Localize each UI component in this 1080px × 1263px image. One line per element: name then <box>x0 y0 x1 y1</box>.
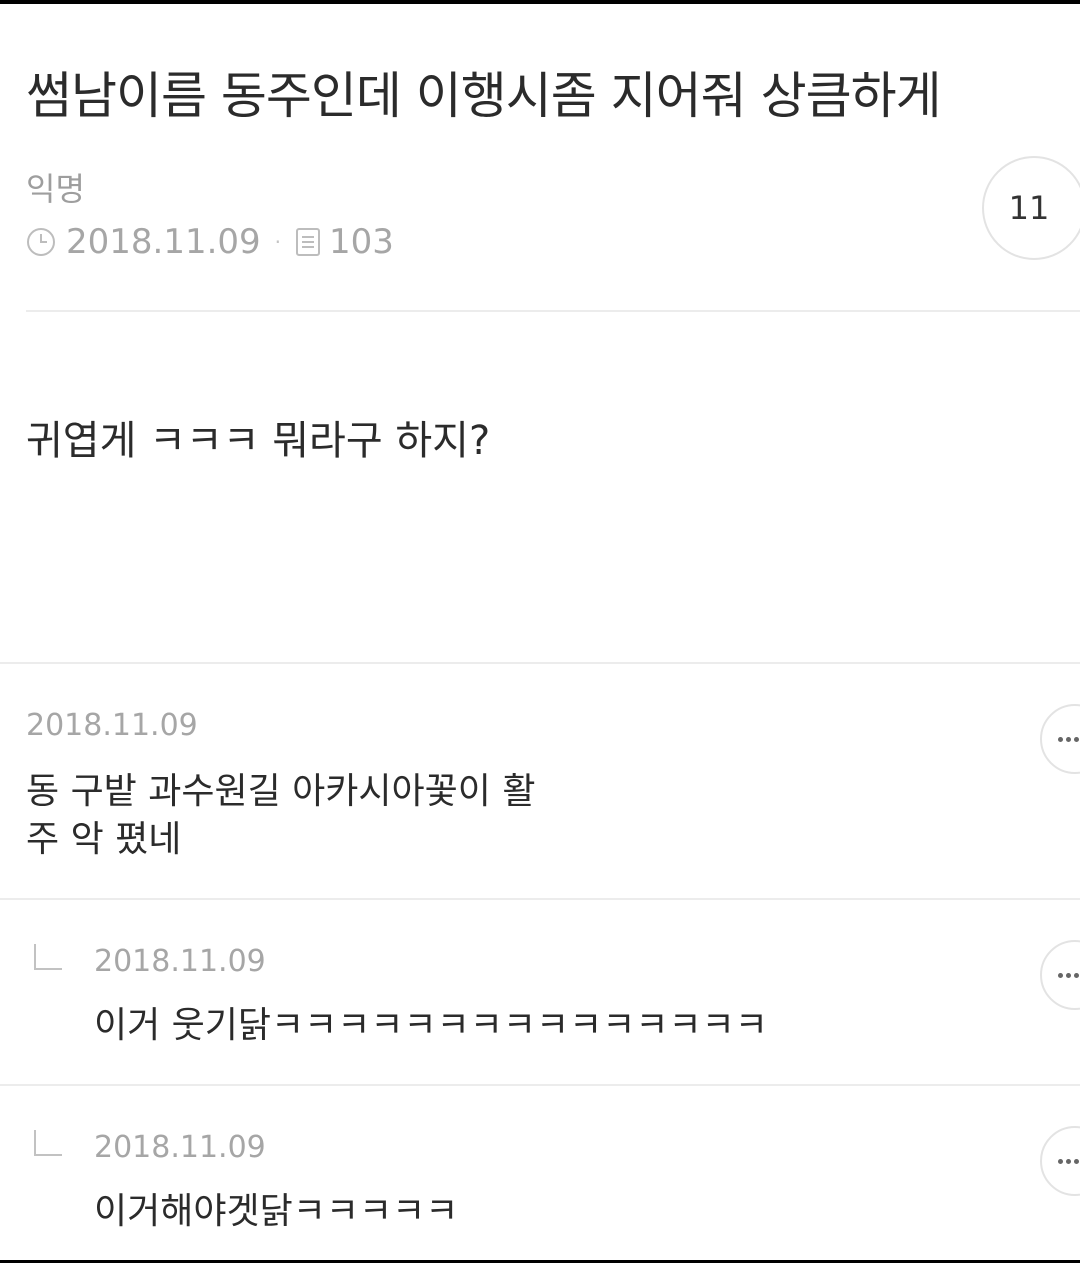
reply-text: 이거 웃기닭ㅋㅋㅋㅋㅋㅋㅋㅋㅋㅋㅋㅋㅋㅋㅋ <box>94 1005 768 1046</box>
divider <box>0 662 1080 664</box>
meta-separator: · <box>274 230 282 254</box>
post-date: 2018.11.09 <box>66 222 261 262</box>
reply-more-button[interactable] <box>1040 1126 1080 1196</box>
clock-icon <box>26 227 56 257</box>
post-screen: 썸남이름 동주인데 이행시좀 지어줘 상큼하게 익명 2018.11.09 · … <box>0 4 1080 1260</box>
reply-date: 2018.11.09 <box>94 944 266 979</box>
divider <box>26 310 1080 312</box>
comment-line: 동 구밭 과수원길 아카시아꽃이 활 <box>26 771 536 812</box>
document-icon <box>295 227 321 257</box>
more-dots-icon <box>1058 1158 1079 1164</box>
comment-line: 주 악 폈네 <box>26 819 182 860</box>
reply-more-button[interactable] <box>1040 940 1080 1010</box>
post-meta: 2018.11.09 · 103 <box>26 220 394 264</box>
comment-date: 2018.11.09 <box>26 708 198 743</box>
reply-arrow-icon <box>34 944 62 970</box>
comment-text: 동 구밭 과수원길 아카시아꽃이 활 주 악 폈네 <box>26 768 535 864</box>
divider <box>0 898 1080 900</box>
like-count-button[interactable]: 11 <box>982 156 1080 260</box>
more-dots-icon <box>1058 736 1079 742</box>
reply-arrow-icon <box>34 1130 62 1156</box>
post-body: 귀엽게 ㅋㅋㅋ 뭐라구 하지? <box>26 418 491 464</box>
post-author: 익명 <box>26 170 85 208</box>
reply-text: 이거해야겟닭ㅋㅋㅋㅋㅋ <box>94 1191 459 1232</box>
post-title: 썸남이름 동주인데 이행시좀 지어줘 상큼하게 <box>26 67 942 125</box>
post-views: 103 <box>329 222 394 262</box>
reply-date: 2018.11.09 <box>94 1130 266 1165</box>
comment-more-button[interactable] <box>1040 704 1080 774</box>
divider <box>0 1084 1080 1086</box>
more-dots-icon <box>1058 972 1079 978</box>
